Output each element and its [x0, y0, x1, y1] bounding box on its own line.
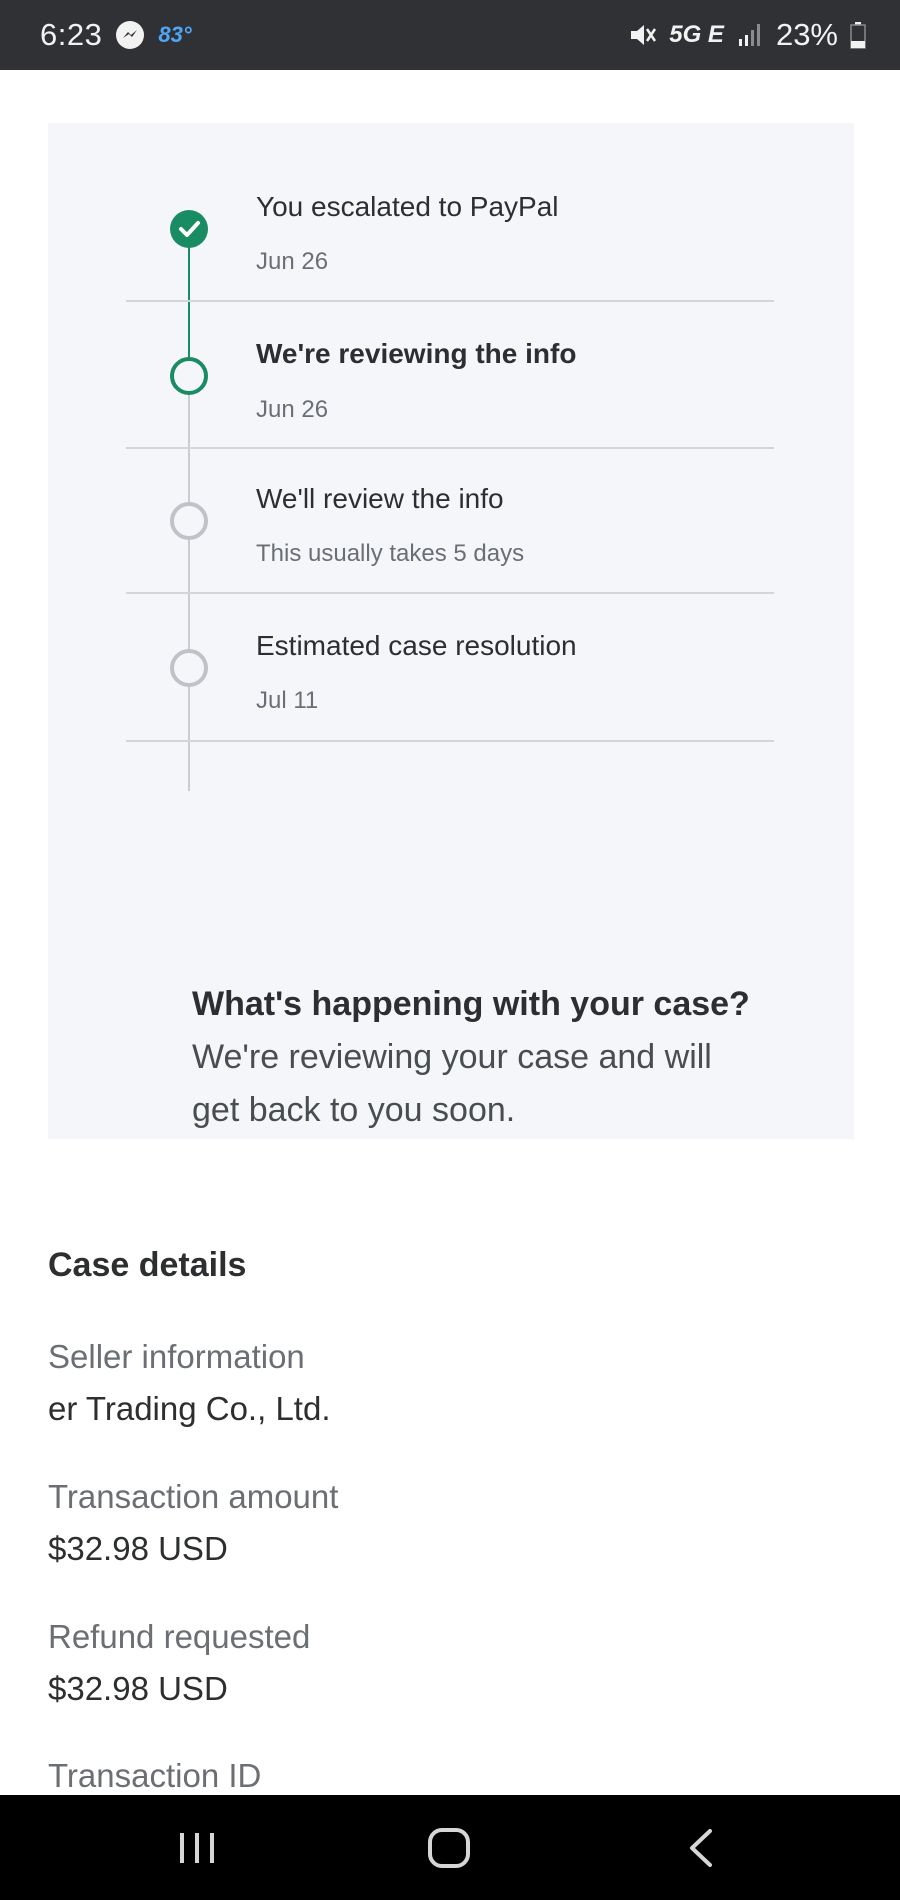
current-step-circle-icon: [170, 357, 208, 395]
step-date: Jun 26: [256, 396, 329, 423]
home-button[interactable]: [389, 1795, 509, 1900]
status-message-title: What's happening with your case?: [192, 985, 750, 1023]
detail-label: Seller information: [48, 1338, 305, 1375]
step-title: Estimated case resolution: [256, 630, 577, 661]
home-icon: [428, 1827, 470, 1868]
temperature: 83°: [158, 22, 192, 47]
back-button[interactable]: [641, 1795, 761, 1900]
timeline-step-reviewing: We're reviewing the info Jun 26: [126, 302, 774, 449]
seller-information: Seller information er Trading Co., Ltd.: [48, 1331, 330, 1435]
case-timeline: You escalated to PayPal Jun 26 We're rev…: [126, 123, 774, 791]
step-date: Jul 11: [256, 687, 319, 714]
network-type: 5G E: [669, 21, 724, 48]
pending-step-circle-icon: [170, 502, 208, 540]
status-bar-right: 5G E 23%: [627, 0, 866, 70]
mute-icon: [631, 25, 657, 45]
battery-icon: [850, 22, 866, 49]
status-bar: 6:23 83° 5G E 23%: [0, 0, 900, 70]
recent-apps-icon: [180, 1832, 214, 1863]
timeline-step-resolution: Estimated case resolution Jul 11: [126, 594, 774, 742]
system-navigation-bar: [0, 1795, 900, 1900]
timeline-step-escalated: You escalated to PayPal Jun 26: [126, 123, 774, 302]
status-message-body: We're reviewing your case and will get b…: [192, 1038, 712, 1129]
battery-percent: 23%: [775, 17, 838, 52]
signal-icon: [738, 24, 760, 46]
clock: 6:23: [40, 17, 103, 52]
step-title: We'll review the info: [256, 483, 504, 514]
detail-label: Refund requested: [48, 1618, 311, 1655]
status-bar-left: 6:23 83°: [40, 0, 192, 70]
timeline-step-will-review: We'll review the info This usually takes…: [126, 449, 774, 594]
case-status-card: You escalated to PayPal Jun 26 We're rev…: [48, 123, 854, 1139]
recent-apps-button[interactable]: [137, 1795, 257, 1900]
detail-value: er Trading Co., Ltd.: [48, 1390, 331, 1427]
case-details-heading: Case details: [48, 1246, 247, 1284]
detail-value: $32.98 USD: [48, 1670, 228, 1707]
case-status-message: What's happening with your case? We're r…: [192, 978, 752, 1137]
pending-step-circle-icon: [170, 649, 208, 687]
messenger-icon: [116, 21, 145, 49]
step-title: You escalated to PayPal: [256, 191, 559, 222]
step-title: We're reviewing the info: [256, 338, 577, 369]
check-circle-icon: [170, 210, 208, 248]
back-icon: [690, 1828, 712, 1867]
step-date: Jun 26: [256, 248, 329, 275]
transaction-amount: Transaction amount $32.98 USD: [48, 1471, 338, 1575]
refund-requested: Refund requested $32.98 USD: [48, 1611, 310, 1715]
detail-label: Transaction amount: [48, 1478, 339, 1515]
detail-value: $32.98 USD: [48, 1530, 228, 1567]
step-subtitle: This usually takes 5 days: [256, 540, 525, 567]
